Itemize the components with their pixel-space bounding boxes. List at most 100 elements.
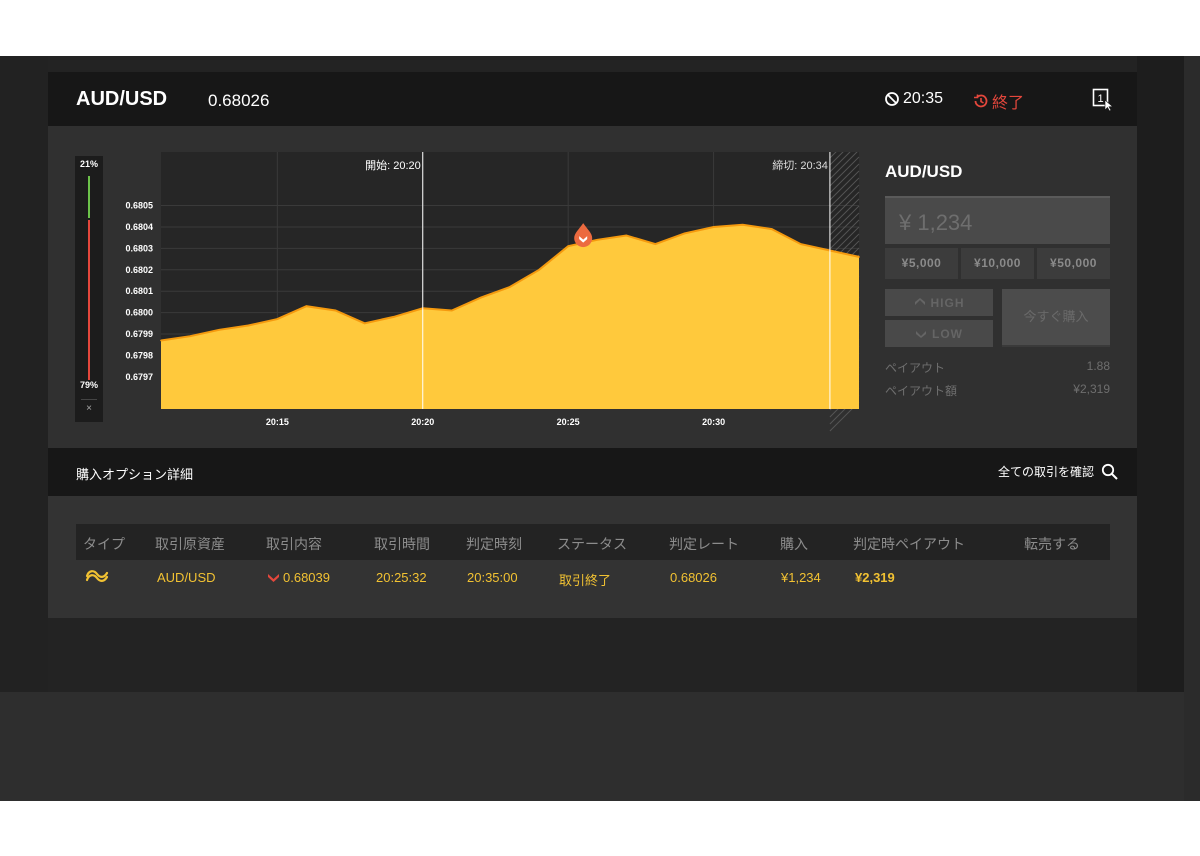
price-point bbox=[305, 305, 308, 307]
price-point bbox=[654, 243, 657, 245]
y-axis-ticks: 0.6805 0.6804 0.6803 0.6802 0.6801 0.6800 0.67… bbox=[125, 201, 153, 382]
th-asset: 取引原資産 bbox=[155, 536, 225, 552]
price-point bbox=[218, 328, 220, 331]
th-judge-time: 判定時刻 bbox=[466, 536, 522, 552]
th-resell: 転売する bbox=[1024, 536, 1080, 552]
price-point bbox=[392, 316, 395, 318]
price-point bbox=[160, 339, 162, 342]
chart-area: 21% 79% × 0.6805 0.6804 0.6803 0.6802 0.6801… bbox=[48, 126, 1137, 448]
price-point bbox=[596, 239, 599, 241]
y-tick-label: 0.6800 bbox=[125, 308, 153, 318]
sentiment-high-bar bbox=[88, 176, 90, 218]
payout-amount-value: ¥2,319 bbox=[1073, 382, 1110, 396]
price-point bbox=[363, 322, 366, 325]
price-point bbox=[712, 226, 715, 228]
timer-label: 20:35 bbox=[903, 90, 944, 107]
x-axis-ticks: 20:15 20:20 20:25 20:30 bbox=[266, 417, 725, 427]
trader-sentiment: 21% 79% × bbox=[75, 156, 103, 422]
quick-amount-50000[interactable]: ¥50,000 bbox=[1037, 248, 1110, 279]
options-table-area: タイプ 取引原資産 取引内容 取引時間 判定時刻 ステータス 判定レート 購入 … bbox=[48, 496, 1137, 618]
high-arrow-icon bbox=[914, 298, 925, 305]
price-point bbox=[247, 324, 250, 327]
trade-panel: AUD/USD ¥ 1,234 ¥5,000 ¥10,000 ¥50,000 H… bbox=[884, 156, 1112, 406]
th-status: ステータス bbox=[557, 536, 627, 552]
view-all-label: 全ての取引を確認 bbox=[998, 465, 1095, 479]
expand-icon: 1 bbox=[1092, 88, 1114, 112]
judge-rate-cell: 0.68026 bbox=[670, 570, 717, 585]
th-judge-rate: 判定レート bbox=[669, 536, 739, 552]
trade-pair-title: AUD/USD bbox=[885, 162, 963, 181]
price-point bbox=[683, 232, 686, 235]
type-cell bbox=[85, 567, 109, 585]
price-point bbox=[625, 234, 628, 237]
end-time-label: 締切: 20:34 bbox=[772, 158, 828, 172]
payout-value: 1.88 bbox=[1086, 359, 1110, 373]
high-button[interactable]: HIGH bbox=[885, 289, 993, 316]
x-tick-label: 20:25 bbox=[557, 417, 580, 427]
y-tick-label: 0.6798 bbox=[125, 350, 153, 360]
amount-value: ¥ 1,234 bbox=[899, 210, 973, 235]
high-low-type-icon bbox=[85, 570, 109, 582]
y-tick-label: 0.6803 bbox=[125, 243, 153, 253]
payout-cell: ¥2,319 bbox=[855, 570, 895, 585]
options-details-bar: 購入オプション詳細 全ての取引を確認 bbox=[48, 448, 1137, 496]
asset-cell: AUD/USD bbox=[157, 570, 216, 585]
th-trade-time: 取引時間 bbox=[374, 536, 430, 552]
payout-amount-label: ペイアウト額 bbox=[885, 384, 958, 398]
th-content: 取引内容 bbox=[266, 536, 322, 552]
y-tick-label: 0.6804 bbox=[125, 222, 153, 232]
table-row[interactable]: AUD/USD 0.68039 20:25:32 20:35:00 取引終了 0… bbox=[76, 560, 1110, 596]
history-icon bbox=[974, 94, 988, 108]
price-point bbox=[334, 309, 337, 312]
purchase-cell: ¥1,234 bbox=[781, 570, 821, 585]
price-point bbox=[770, 228, 773, 230]
price-point bbox=[480, 296, 482, 299]
content-cell: 0.68039 bbox=[268, 570, 330, 585]
lower-area bbox=[0, 692, 1184, 801]
scroll-gutter bbox=[1184, 56, 1200, 801]
price-point bbox=[741, 224, 744, 226]
no-entry-icon bbox=[885, 92, 899, 106]
low-direction-icon bbox=[268, 574, 279, 582]
low-button[interactable]: LOW bbox=[885, 320, 993, 347]
buy-now-button[interactable]: 今すぐ購入 bbox=[1002, 289, 1110, 347]
price-point bbox=[451, 309, 453, 312]
svg-text:1: 1 bbox=[1098, 93, 1104, 105]
y-tick-label: 0.6802 bbox=[125, 265, 153, 275]
amount-input[interactable]: ¥ 1,234 bbox=[885, 196, 1110, 244]
payout-row: ペイアウト 1.88 bbox=[885, 359, 1110, 376]
sentiment-close-button[interactable]: × bbox=[75, 403, 103, 414]
options-title: 購入オプション詳細 bbox=[76, 467, 194, 482]
price-point bbox=[276, 318, 279, 320]
price-point bbox=[800, 243, 802, 245]
expiry-timer: 20:35 bbox=[884, 90, 943, 108]
view-all-trades-link[interactable]: 全ての取引を確認 bbox=[998, 463, 1118, 480]
price-point bbox=[189, 335, 191, 337]
quick-amount-10000[interactable]: ¥10,000 bbox=[961, 248, 1034, 279]
payout-amount-row: ペイアウト額 ¥2,319 bbox=[885, 382, 1110, 399]
status-label: 終了 bbox=[992, 95, 1025, 112]
y-tick-label: 0.6801 bbox=[125, 286, 153, 296]
table-header: タイプ 取引原資産 取引内容 取引時間 判定時刻 ステータス 判定レート 購入 … bbox=[76, 524, 1110, 560]
low-arrow-icon bbox=[916, 331, 926, 338]
left-gutter bbox=[0, 56, 48, 692]
price-point bbox=[538, 268, 540, 271]
sentiment-high-pct: 21% bbox=[79, 159, 98, 169]
trade-time-cell: 20:25:32 bbox=[376, 570, 427, 585]
content-rate: 0.68039 bbox=[283, 570, 330, 585]
expand-button[interactable]: 1 bbox=[1092, 88, 1114, 112]
quick-amount-5000[interactable]: ¥5,000 bbox=[885, 248, 958, 279]
status-ended: 終了 bbox=[972, 89, 1024, 113]
y-tick-label: 0.6805 bbox=[125, 201, 153, 211]
payout-label: ペイアウト bbox=[885, 361, 946, 375]
price-point bbox=[509, 286, 511, 288]
pair-title: AUD/USD bbox=[76, 88, 168, 110]
y-tick-label: 0.6797 bbox=[125, 372, 153, 382]
th-payout: 判定時ペイアウト bbox=[853, 536, 965, 552]
price-point bbox=[567, 245, 569, 248]
price-point bbox=[858, 256, 860, 258]
th-purchase: 購入 bbox=[780, 536, 808, 552]
judge-time-cell: 20:35:00 bbox=[467, 570, 518, 585]
option-header: AUD/USD 0.68026 20:35 終了 1 bbox=[48, 72, 1137, 126]
status-cell: 取引終了 bbox=[559, 573, 612, 588]
